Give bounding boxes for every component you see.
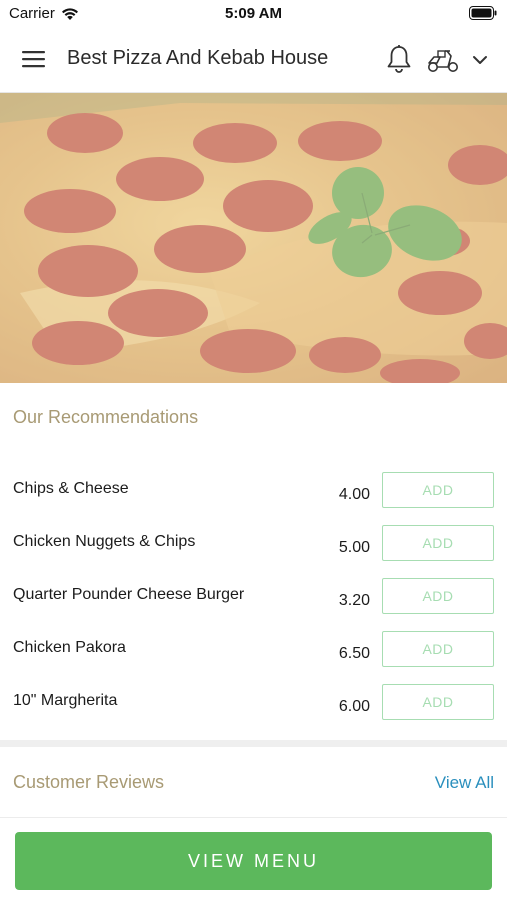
item-price: 3.20 — [338, 592, 370, 609]
item-price: 6.00 — [338, 698, 370, 715]
item-name: Chicken Nuggets & Chips — [13, 533, 196, 550]
list-item: Chicken Nuggets & Chips 5.00 ADD — [0, 525, 507, 578]
hero-banner — [0, 93, 507, 383]
battery-icon — [469, 6, 497, 20]
add-button[interactable]: ADD — [382, 631, 494, 667]
item-name: Quarter Pounder Cheese Burger — [13, 586, 245, 603]
status-time: 5:09 AM — [225, 5, 282, 22]
item-name: Chicken Pakora — [13, 639, 126, 656]
list-item: 10" Margherita 6.00 ADD — [0, 684, 507, 737]
item-price: 6.50 — [338, 645, 370, 662]
scooter-icon[interactable] — [426, 46, 460, 74]
section-divider — [0, 740, 507, 747]
item-name: Chips & Cheese — [13, 480, 129, 497]
list-item: Chicken Pakora 6.50 ADD — [0, 631, 507, 684]
list-item: Chips & Cheese 4.00 ADD — [0, 472, 507, 525]
recommendations-title: Our Recommendations — [13, 407, 199, 427]
view-menu-button[interactable]: VIEW MENU — [15, 832, 492, 890]
add-button[interactable]: ADD — [382, 472, 494, 508]
restaurant-title: Best Pizza And Kebab House — [67, 47, 329, 69]
item-price: 4.00 — [338, 486, 370, 503]
add-button[interactable]: ADD — [382, 525, 494, 561]
footer-bar: VIEW MENU — [0, 817, 507, 900]
hamburger-menu-icon[interactable] — [20, 48, 48, 70]
hero-overlay — [0, 93, 507, 383]
bell-icon[interactable] — [385, 44, 413, 74]
chevron-down-icon[interactable] — [470, 50, 490, 70]
app-header: Best Pizza And Kebab House — [0, 26, 507, 93]
add-button[interactable]: ADD — [382, 578, 494, 614]
reviews-title: Customer Reviews — [13, 772, 165, 792]
recommendations-section: Our Recommendations Chips & Cheese 4.00 … — [0, 383, 507, 740]
list-item: Quarter Pounder Cheese Burger 3.20 ADD — [0, 578, 507, 631]
item-price: 5.00 — [338, 539, 370, 556]
item-name: 10" Margherita — [13, 692, 118, 709]
view-all-reviews-link[interactable]: View All — [435, 773, 494, 793]
status-bar: Carrier 5:09 AM — [0, 0, 507, 26]
reviews-section: Customer Reviews View All — [0, 747, 507, 817]
add-button[interactable]: ADD — [382, 684, 494, 720]
